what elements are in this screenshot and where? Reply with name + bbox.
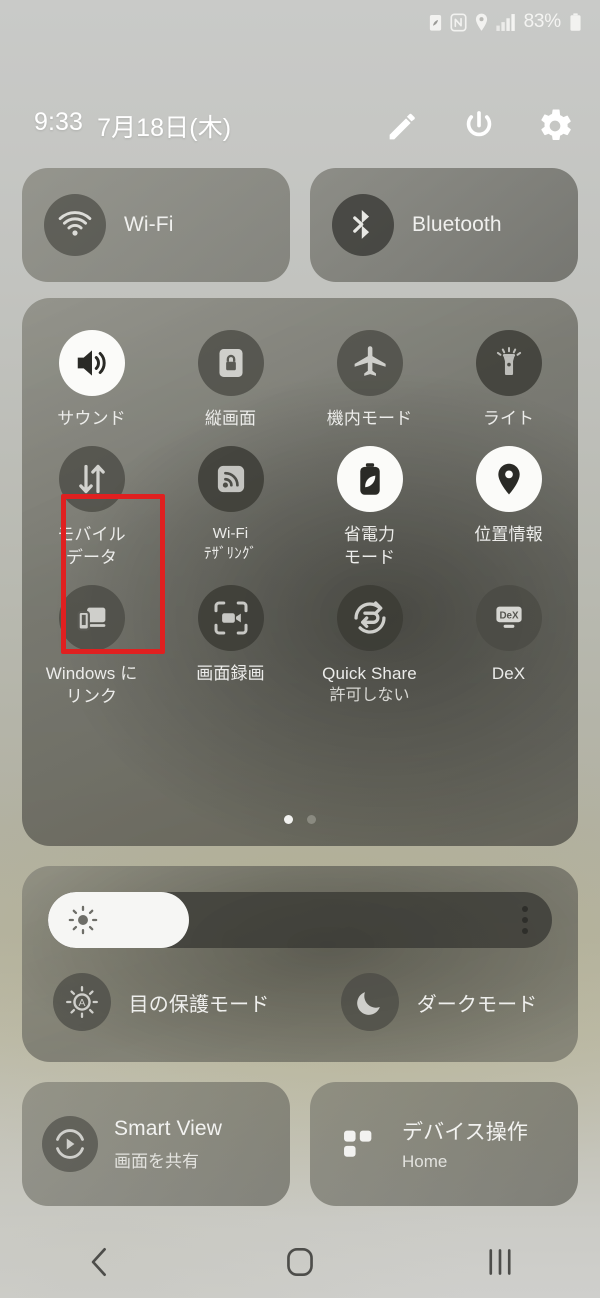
- quick-toggle-panel: サウンド 縦画面 機内モード ライト モバイル データ Wi-Fi ﾃｻﾞﾘﾝｸ…: [22, 298, 578, 846]
- toggle-sound[interactable]: サウンド: [22, 330, 161, 430]
- smart-view-icon: [42, 1116, 98, 1172]
- smart-view-subtitle: 画面を共有: [114, 1151, 199, 1171]
- recents-icon: [487, 1247, 513, 1277]
- link-to-windows-icon: [58, 585, 125, 652]
- toggle-quick-share-sub: 許可しない: [329, 686, 410, 704]
- toggle-screen-record[interactable]: 画面録画: [161, 585, 300, 708]
- dark-mode-toggle[interactable]: ダークモード: [300, 966, 578, 1038]
- smart-view-title: Smart View: [114, 1116, 222, 1140]
- dark-mode-moon-icon: [340, 973, 399, 1031]
- toggle-location-label: 位置情報: [474, 525, 543, 545]
- eye-comfort-icon: A: [52, 973, 111, 1031]
- toggle-wifi-hotspot[interactable]: Wi-Fi ﾃｻﾞﾘﾝｸﾞ: [161, 446, 300, 569]
- quick-share-icon: [336, 585, 403, 652]
- device-control-subtitle: Home: [402, 1152, 448, 1171]
- toggle-quick-share-label: Quick Share: [322, 664, 417, 684]
- toggle-power-saving-label: 省電力 モード: [343, 525, 396, 567]
- nfc-icon: [450, 12, 467, 32]
- clock-time: 9:33: [34, 108, 84, 136]
- bluetooth-label: Bluetooth: [412, 213, 502, 236]
- bluetooth-icon: [332, 194, 394, 256]
- eye-comfort-label: 目の保護モード: [128, 993, 270, 1016]
- mobile-data-icon: [58, 446, 125, 513]
- home-button[interactable]: [200, 1247, 400, 1277]
- toggle-location[interactable]: 位置情報: [439, 446, 578, 569]
- quick-toggle-grid: サウンド 縦画面 機内モード ライト モバイル データ Wi-Fi ﾃｻﾞﾘﾝｸ…: [22, 330, 578, 708]
- wifi-label: Wi-Fi: [124, 213, 174, 236]
- page-dot-2[interactable]: [307, 815, 316, 824]
- toggle-dex[interactable]: DeX DeX: [439, 585, 578, 708]
- toggle-rotation-lock[interactable]: 縦画面: [161, 330, 300, 430]
- bottom-pill-row: Smart View 画面を共有 デバイス操作 Home: [22, 1082, 578, 1206]
- wifi-icon: [44, 194, 106, 256]
- brightness-panel: A 目の保護モード ダークモード: [22, 866, 578, 1062]
- battery-icon: [569, 12, 582, 32]
- power-icon[interactable]: [462, 109, 496, 143]
- brightness-slider[interactable]: [48, 892, 552, 948]
- connection-pill-row: Wi-Fi Bluetooth: [22, 168, 578, 282]
- back-icon: [87, 1247, 113, 1277]
- status-bar: 83%: [0, 0, 600, 44]
- clock-date-group: 9:33 7月18日(木): [34, 108, 231, 144]
- toggle-airplane-mode-label: 機内モード: [326, 409, 413, 428]
- signal-bars-icon: [495, 13, 516, 32]
- settings-gear-icon[interactable]: [538, 109, 572, 143]
- bluetooth-toggle-pill[interactable]: Bluetooth: [310, 168, 578, 282]
- toggle-screen-record-label: 画面録画: [196, 664, 265, 684]
- toggle-airplane-mode[interactable]: 機内モード: [300, 330, 439, 430]
- display-mode-row: A 目の保護モード ダークモード: [22, 966, 578, 1038]
- toggle-flashlight-label: ライト: [482, 409, 535, 428]
- toggle-rotation-lock-label: 縦画面: [204, 409, 257, 428]
- airplane-icon: [336, 330, 403, 396]
- dex-icon: DeX: [475, 585, 542, 652]
- header-actions: [386, 109, 572, 143]
- toggle-mobile-data-label: モバイル データ: [57, 525, 126, 567]
- recents-button[interactable]: [400, 1247, 600, 1277]
- kebab-menu-icon[interactable]: [522, 906, 528, 934]
- toggle-quick-share[interactable]: Quick Share 許可しない: [300, 585, 439, 708]
- toggle-flashlight[interactable]: ライト: [439, 330, 578, 430]
- location-pin-icon: [474, 13, 489, 32]
- screen-record-icon: [197, 585, 264, 652]
- page-dot-1[interactable]: [284, 815, 293, 824]
- device-control-title: デバイス操作: [402, 1121, 528, 1144]
- toggle-mobile-data[interactable]: モバイル データ: [22, 446, 161, 569]
- flashlight-icon: [475, 330, 542, 396]
- toggle-sound-label: サウンド: [57, 409, 126, 428]
- toggle-dex-label: DeX: [491, 664, 526, 684]
- dark-mode-label: ダークモード: [416, 993, 538, 1016]
- rotation-lock-icon: [197, 330, 264, 396]
- toggle-link-to-windows[interactable]: Windows に リンク: [22, 585, 161, 708]
- toggle-link-to-windows-label: Windows に リンク: [45, 664, 138, 706]
- brightness-sun-icon: [68, 905, 98, 935]
- toggle-wifi-hotspot-label: Wi-Fi ﾃｻﾞﾘﾝｸﾞ: [203, 525, 257, 563]
- power-saving-icon: [336, 446, 403, 513]
- power-saving-battery-icon: [428, 13, 443, 32]
- svg-text:DeX: DeX: [499, 611, 519, 622]
- navigation-bar: [0, 1226, 600, 1298]
- location-icon: [475, 446, 542, 513]
- smart-view-pill[interactable]: Smart View 画面を共有: [22, 1082, 290, 1206]
- svg-text:A: A: [78, 998, 85, 1009]
- sound-icon: [58, 330, 125, 396]
- hotspot-icon: [197, 446, 264, 513]
- quick-settings-header: 9:33 7月18日(木): [0, 100, 600, 152]
- clock-date: 7月18日(木): [97, 114, 232, 142]
- device-control-pill[interactable]: デバイス操作 Home: [310, 1082, 578, 1206]
- battery-percentage: 83%: [523, 11, 562, 32]
- home-icon: [286, 1247, 314, 1277]
- wifi-toggle-pill[interactable]: Wi-Fi: [22, 168, 290, 282]
- eye-comfort-toggle[interactable]: A 目の保護モード: [22, 966, 300, 1038]
- page-indicator: [22, 815, 578, 824]
- edit-pencil-icon[interactable]: [386, 109, 420, 143]
- device-control-icon: [330, 1116, 386, 1172]
- back-button[interactable]: [0, 1247, 200, 1277]
- toggle-power-saving[interactable]: 省電力 モード: [300, 446, 439, 569]
